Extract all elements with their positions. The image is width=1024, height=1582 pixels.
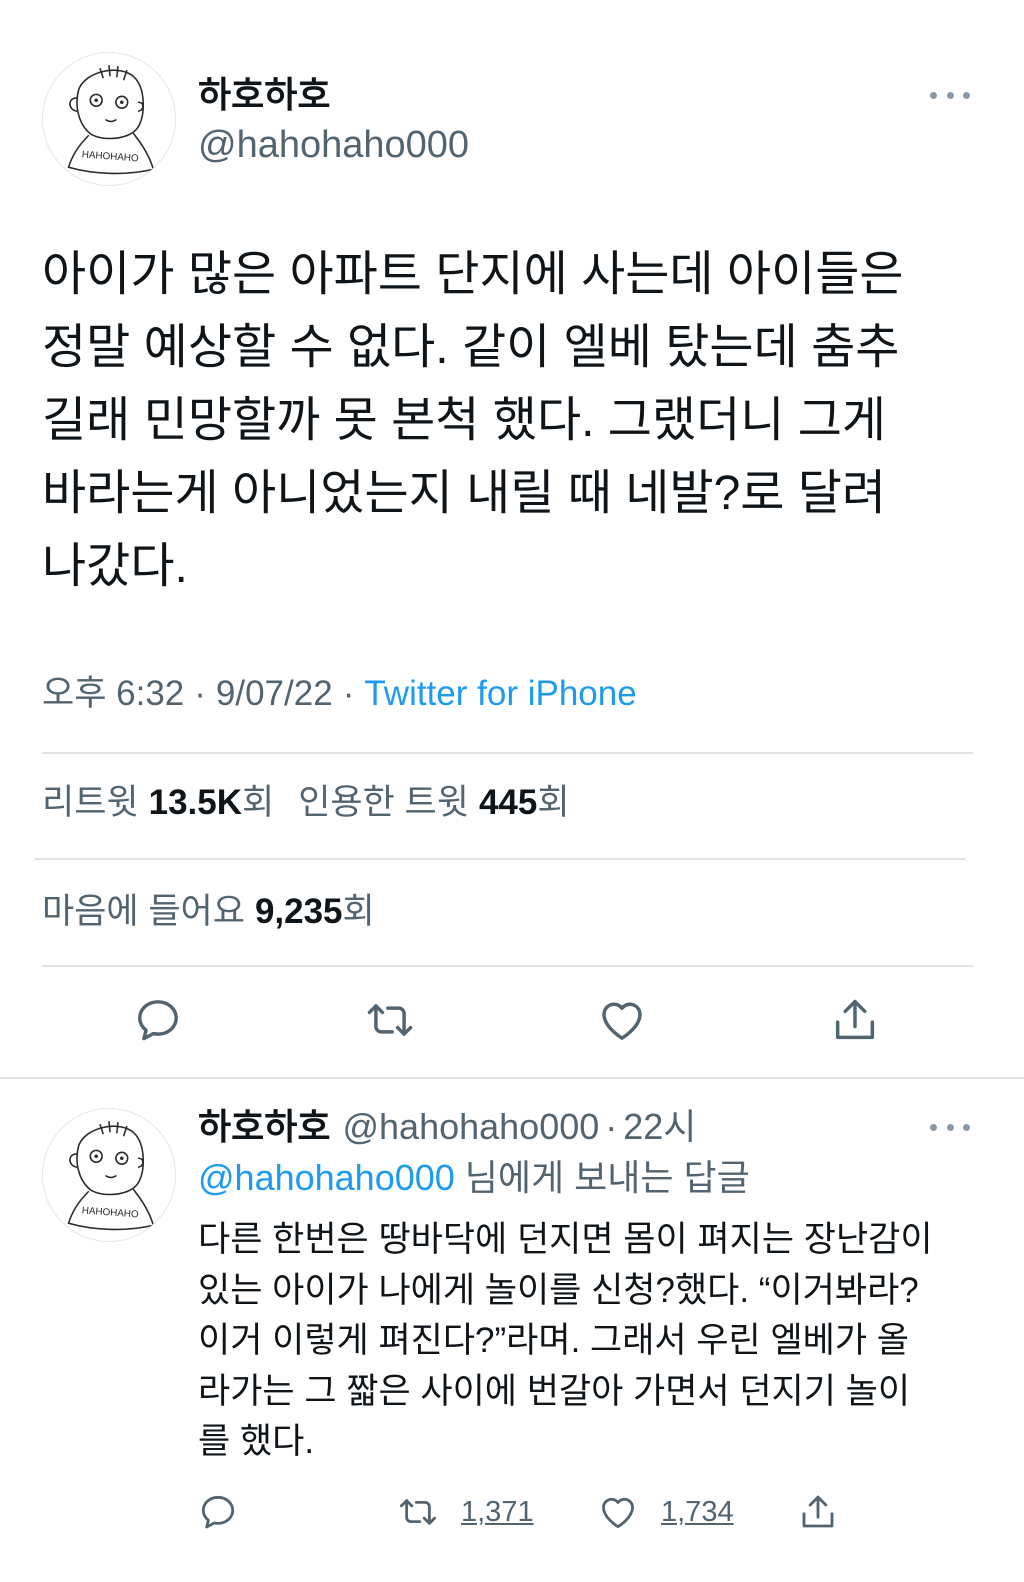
reply-text-line: 를 했다. — [198, 1422, 315, 1461]
separator: · — [605, 1106, 618, 1147]
quotes-count: 445 — [478, 783, 538, 822]
share-icon — [835, 999, 875, 1040]
separator: · — [342, 674, 355, 713]
avatar-lettering: HAHOHAHO — [81, 1205, 139, 1220]
tweet-text-line: 정말 예상할 수 없다. 같이 엘베 탔는데 춤추 — [42, 321, 900, 374]
author-name[interactable]: 하호하호 — [198, 72, 330, 118]
reply-icon — [201, 1495, 235, 1529]
stat-unit: 회 — [537, 783, 570, 822]
divider — [42, 965, 973, 967]
likes-stat[interactable]: 마음에 들어요 9,235회 — [42, 889, 375, 935]
retweets-count: 13.5K — [148, 783, 243, 822]
reply-text-line: 라가는 그 짧은 사이에 번갈아 가면서 던지기 놀이 — [198, 1371, 911, 1411]
replying-to-handle-link[interactable]: @hahohaho000 — [198, 1157, 455, 1198]
reply-text-line: 있는 아이가 나에게 놀이를 신청?했다. “이거봐라? — [198, 1270, 919, 1310]
stat-unit: 회 — [242, 783, 275, 822]
more-dot — [930, 1123, 937, 1131]
reply-button[interactable] — [128, 990, 188, 1050]
more-dot — [963, 1123, 970, 1131]
reply-text: 다른 한번은 땅바닥에 던지면 몸이 펴지는 장난감이 있는 아이가 나에게 놀… — [198, 1215, 1008, 1468]
reply-author-avatar[interactable]: HAHOHAHO — [42, 1108, 176, 1242]
like-count[interactable]: 1,734 — [661, 1490, 734, 1534]
tweet-detail-page: HAHOHAHO 하호하호 @hahohaho000 아이가 많은 아파트 단지… — [0, 0, 1024, 1582]
divider — [35, 858, 965, 860]
reply-text-line: 이거 이렇게 펴진다?”라며. 그래서 우린 엘베가 올 — [198, 1321, 909, 1360]
likes-stats: 마음에 들어요 9,235회 — [42, 889, 375, 935]
tweet-stats: 리트윗 13.5K회 인용한 트윗 445회 — [42, 780, 570, 826]
more-dot — [930, 91, 937, 99]
retweet-button[interactable] — [360, 990, 420, 1050]
tweet-text-line: 아이가 많은 아파트 단지에 사는데 아이들은 — [42, 248, 904, 301]
heart-icon — [602, 1497, 634, 1529]
quotes-stat[interactable]: 인용한 트윗 445회 — [298, 780, 569, 826]
divider — [42, 752, 973, 754]
like-button[interactable] — [592, 990, 652, 1050]
more-dot — [946, 91, 954, 99]
tweet-text-line: 길래 민망할까 못 본척 했다. 그랬더니 그게 — [42, 394, 887, 447]
divider — [0, 1077, 1024, 1079]
retweet-count[interactable]: 1,371 — [461, 1490, 534, 1534]
replying-to: @hahohaho000 님에게 보내는 답글 — [198, 1155, 750, 1201]
more-dot — [946, 1123, 954, 1131]
share-icon — [802, 1495, 834, 1528]
tweet-text-line: 나갔다. — [42, 540, 188, 593]
retweets-stat[interactable]: 리트윗 13.5K회 — [42, 780, 274, 826]
avatar-drawing: HAHOHAHO — [67, 1121, 155, 1231]
likes-label: 마음에 들어요 — [42, 892, 245, 931]
replying-to-label: 님에게 보내는 답글 — [464, 1157, 750, 1198]
heart-icon — [602, 1002, 642, 1040]
avatar-drawing: HAHOHAHO — [67, 65, 155, 175]
tweet-date: 9/07/22 — [215, 674, 333, 713]
tweet-timestamp: 오후 6:32 · 9/07/22 · Twitter for iPhone — [42, 670, 637, 718]
retweet-icon — [399, 1499, 437, 1525]
reply-header: 하호하호 @hahohaho000 · 22시 — [198, 1104, 696, 1150]
reply-reply-button[interactable] — [197, 1490, 239, 1534]
stat-unit: 회 — [342, 892, 375, 931]
tweet-source-link[interactable]: Twitter for iPhone — [364, 674, 636, 713]
reply-text-line: 다른 한번은 땅바닥에 던지면 몸이 펴지는 장난감이 — [198, 1220, 933, 1259]
author-handle[interactable]: @hahohaho000 — [198, 121, 469, 169]
more-icon[interactable] — [930, 85, 970, 105]
retweet-icon — [367, 1004, 413, 1036]
reply-author-name[interactable]: 하호하호 — [198, 1106, 330, 1147]
avatar-lettering: HAHOHAHO — [81, 149, 139, 164]
quotes-label: 인용한 트윗 — [298, 783, 469, 822]
reply-share-button[interactable] — [797, 1490, 839, 1534]
reply-author-handle[interactable]: @hahohaho000 — [342, 1106, 599, 1147]
author-avatar[interactable]: HAHOHAHO — [42, 52, 176, 186]
reply-like-button[interactable]: 1,734 — [597, 1490, 734, 1534]
likes-count: 9,235 — [254, 892, 343, 931]
more-icon[interactable] — [930, 1117, 970, 1137]
retweets-label: 리트윗 — [42, 783, 139, 822]
share-button[interactable] — [825, 990, 885, 1050]
tweet-time: 오후 6:32 — [42, 674, 185, 713]
reply-retweet-button[interactable]: 1,371 — [397, 1490, 534, 1534]
tweet-text: 아이가 많은 아파트 단지에 사는데 아이들은 정말 예상할 수 없다. 같이 … — [42, 238, 1002, 603]
separator: · — [194, 674, 206, 713]
more-dot — [963, 91, 970, 99]
reply-icon — [138, 1000, 178, 1041]
reply-time: 22시 — [623, 1106, 697, 1147]
tweet-text-line: 바라는게 아니었는지 내릴 때 네발?로 달려 — [42, 467, 887, 520]
